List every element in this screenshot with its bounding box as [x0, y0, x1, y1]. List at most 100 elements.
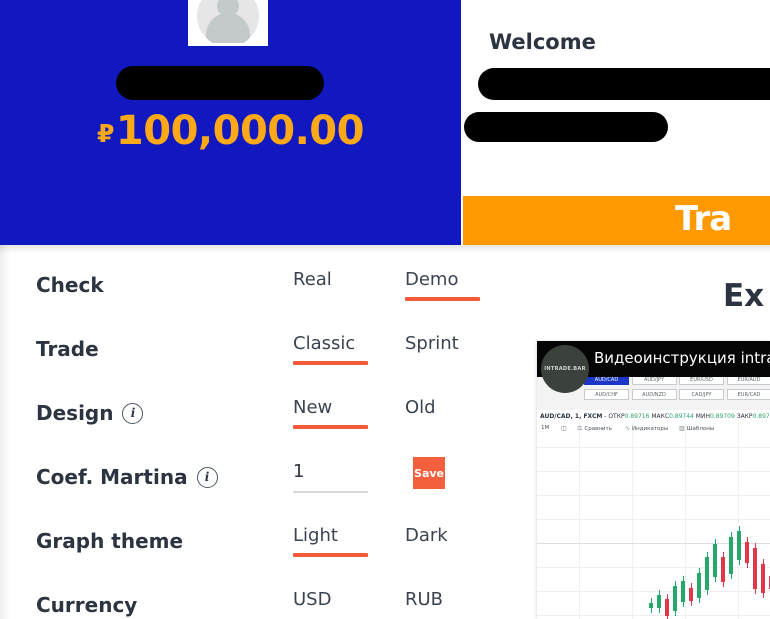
option-a[interactable]: Classic	[293, 333, 355, 354]
intrade-logo-icon: INTRADE.BAR	[541, 345, 589, 393]
option-b[interactable]: Old	[405, 397, 436, 418]
ruble-symbol-icon: ₽	[97, 119, 114, 148]
chart-tools-row: 1M ⚖ Сравнить ∿ Индикаторы ▥ Шаблоны ◫	[537, 425, 770, 438]
candle-body	[705, 556, 709, 590]
compare-icon: ⚖	[577, 425, 583, 432]
candle-body	[657, 595, 661, 609]
welcome-title: Welcome	[489, 30, 596, 54]
selected-option-underline	[293, 361, 368, 365]
selected-option-underline	[293, 425, 368, 429]
account-name-redacted	[116, 66, 324, 100]
quote-high-label: МАКС	[651, 413, 670, 420]
candle-body	[753, 547, 757, 589]
gridline-horizontal	[537, 567, 770, 568]
quote-symbol: AUD/CAD, 1, FXCM	[540, 413, 603, 420]
gridline-horizontal	[537, 591, 770, 592]
gridline-vertical	[632, 423, 633, 619]
candle-body	[713, 544, 717, 578]
settings-row-label-text: Design	[36, 401, 114, 425]
avatar-body-shape	[206, 13, 250, 43]
candlestick	[697, 423, 701, 619]
gridline-horizontal	[537, 471, 770, 472]
settings-row: Design i New Old	[0, 397, 470, 465]
settings-row-label-text: Coef. Martina	[36, 465, 188, 489]
candlestick	[681, 423, 685, 619]
settings-row: Graph theme Light Dark	[0, 525, 470, 593]
candle-icon[interactable]: ◫	[561, 425, 567, 432]
top-header: ₽100,000.00 Welcome Tra	[0, 0, 770, 245]
quote-high-value: 0.89744	[669, 413, 694, 420]
candle-body	[729, 537, 733, 575]
candlestick	[673, 423, 677, 619]
settings-row: Trade Classic Sprint	[0, 333, 470, 401]
quote-low-value: 0.89709	[709, 413, 735, 420]
example-section-title: Ex	[723, 278, 765, 314]
tool-label: Сравнить	[584, 425, 612, 432]
indicators-icon: ∿	[625, 425, 631, 432]
gridline-horizontal	[537, 615, 770, 616]
candle-body	[721, 557, 725, 583]
settings-row: Coef. Martina i Save	[0, 457, 470, 529]
tool-compare-icon[interactable]: ⚖ Сравнить	[577, 425, 612, 432]
tool-label: Индикаторы	[632, 425, 669, 432]
timeframe-label[interactable]: 1M	[541, 425, 549, 431]
candle-body	[697, 573, 701, 599]
candlestick	[657, 423, 661, 619]
option-a[interactable]: Light	[293, 525, 338, 546]
settings-row-label: Graph theme	[36, 529, 183, 553]
tool-label: Шаблоны	[686, 425, 715, 432]
welcome-panel: Welcome	[463, 0, 770, 196]
candlestick	[729, 423, 733, 619]
settings-row: Currency USD RUB	[0, 589, 470, 619]
settings-row-label-text: Trade	[36, 337, 99, 361]
option-b[interactable]: RUB	[405, 589, 443, 610]
candlestick	[689, 423, 693, 619]
quote-close-value: 0.89723	[752, 413, 770, 420]
coefficient-input[interactable]	[293, 461, 368, 482]
video-preview-card[interactable]: AUD/CADAUD/JPYEUR/USDEUR/AUDEU AUD/CHFAU…	[537, 341, 770, 619]
welcome-line-1-redacted	[478, 68, 770, 100]
trade-banner[interactable]: Tra	[463, 196, 770, 245]
quote-open-value: 0.89716	[624, 413, 650, 420]
save-button[interactable]: Save	[413, 457, 445, 489]
option-b[interactable]: Sprint	[405, 333, 459, 354]
settings-row-label: Coef. Martina i	[36, 465, 218, 489]
candlestick	[745, 423, 749, 619]
option-a[interactable]: USD	[293, 589, 331, 610]
pair-button[interactable]: EUR/CAD	[726, 389, 770, 400]
gridline-horizontal	[537, 543, 770, 544]
avatar[interactable]	[188, 0, 268, 46]
settings-row-label: Trade	[36, 337, 99, 361]
candlestick	[713, 423, 717, 619]
info-icon[interactable]: i	[196, 466, 218, 488]
candle-body	[737, 530, 741, 560]
option-b[interactable]: Demo	[405, 269, 458, 290]
settings-row: Check Real Demo	[0, 269, 480, 337]
candlestick	[737, 423, 741, 619]
user-avatar-placeholder-icon	[197, 0, 259, 43]
option-b[interactable]: Dark	[405, 525, 448, 546]
chart-quote-line: AUD/CAD, 1, FXCM - ОТКР0.89716 МАКС0.897…	[540, 413, 770, 420]
tool-templates-icon[interactable]: ▥ Шаблоны	[679, 425, 714, 432]
candle-body	[761, 564, 765, 594]
candlestick	[721, 423, 725, 619]
tool-indicators-icon[interactable]: ∿ Индикаторы	[625, 425, 668, 432]
pair-button[interactable]: CAD/JPY	[679, 389, 724, 400]
candlestick	[649, 423, 653, 619]
option-a[interactable]: New	[293, 397, 332, 418]
account-balance: ₽100,000.00	[0, 108, 461, 154]
option-a[interactable]: Real	[293, 269, 332, 290]
welcome-line-2-redacted	[464, 112, 668, 142]
info-icon[interactable]: i	[122, 402, 144, 424]
quote-low-label: МИН	[695, 413, 710, 420]
quote-close-label: ЗАКР	[736, 413, 753, 420]
gridline-vertical	[579, 423, 580, 619]
quote-open-label: ОТКР	[608, 413, 625, 420]
selected-option-underline	[293, 553, 368, 557]
account-panel: ₽100,000.00	[0, 0, 461, 245]
gridline-horizontal	[537, 495, 770, 496]
settings-row-label: Currency	[36, 593, 137, 617]
pair-button[interactable]: AUD/NZD	[631, 389, 677, 400]
pair-button[interactable]: AUD/CHF	[584, 389, 629, 400]
gridline-horizontal	[537, 447, 770, 448]
